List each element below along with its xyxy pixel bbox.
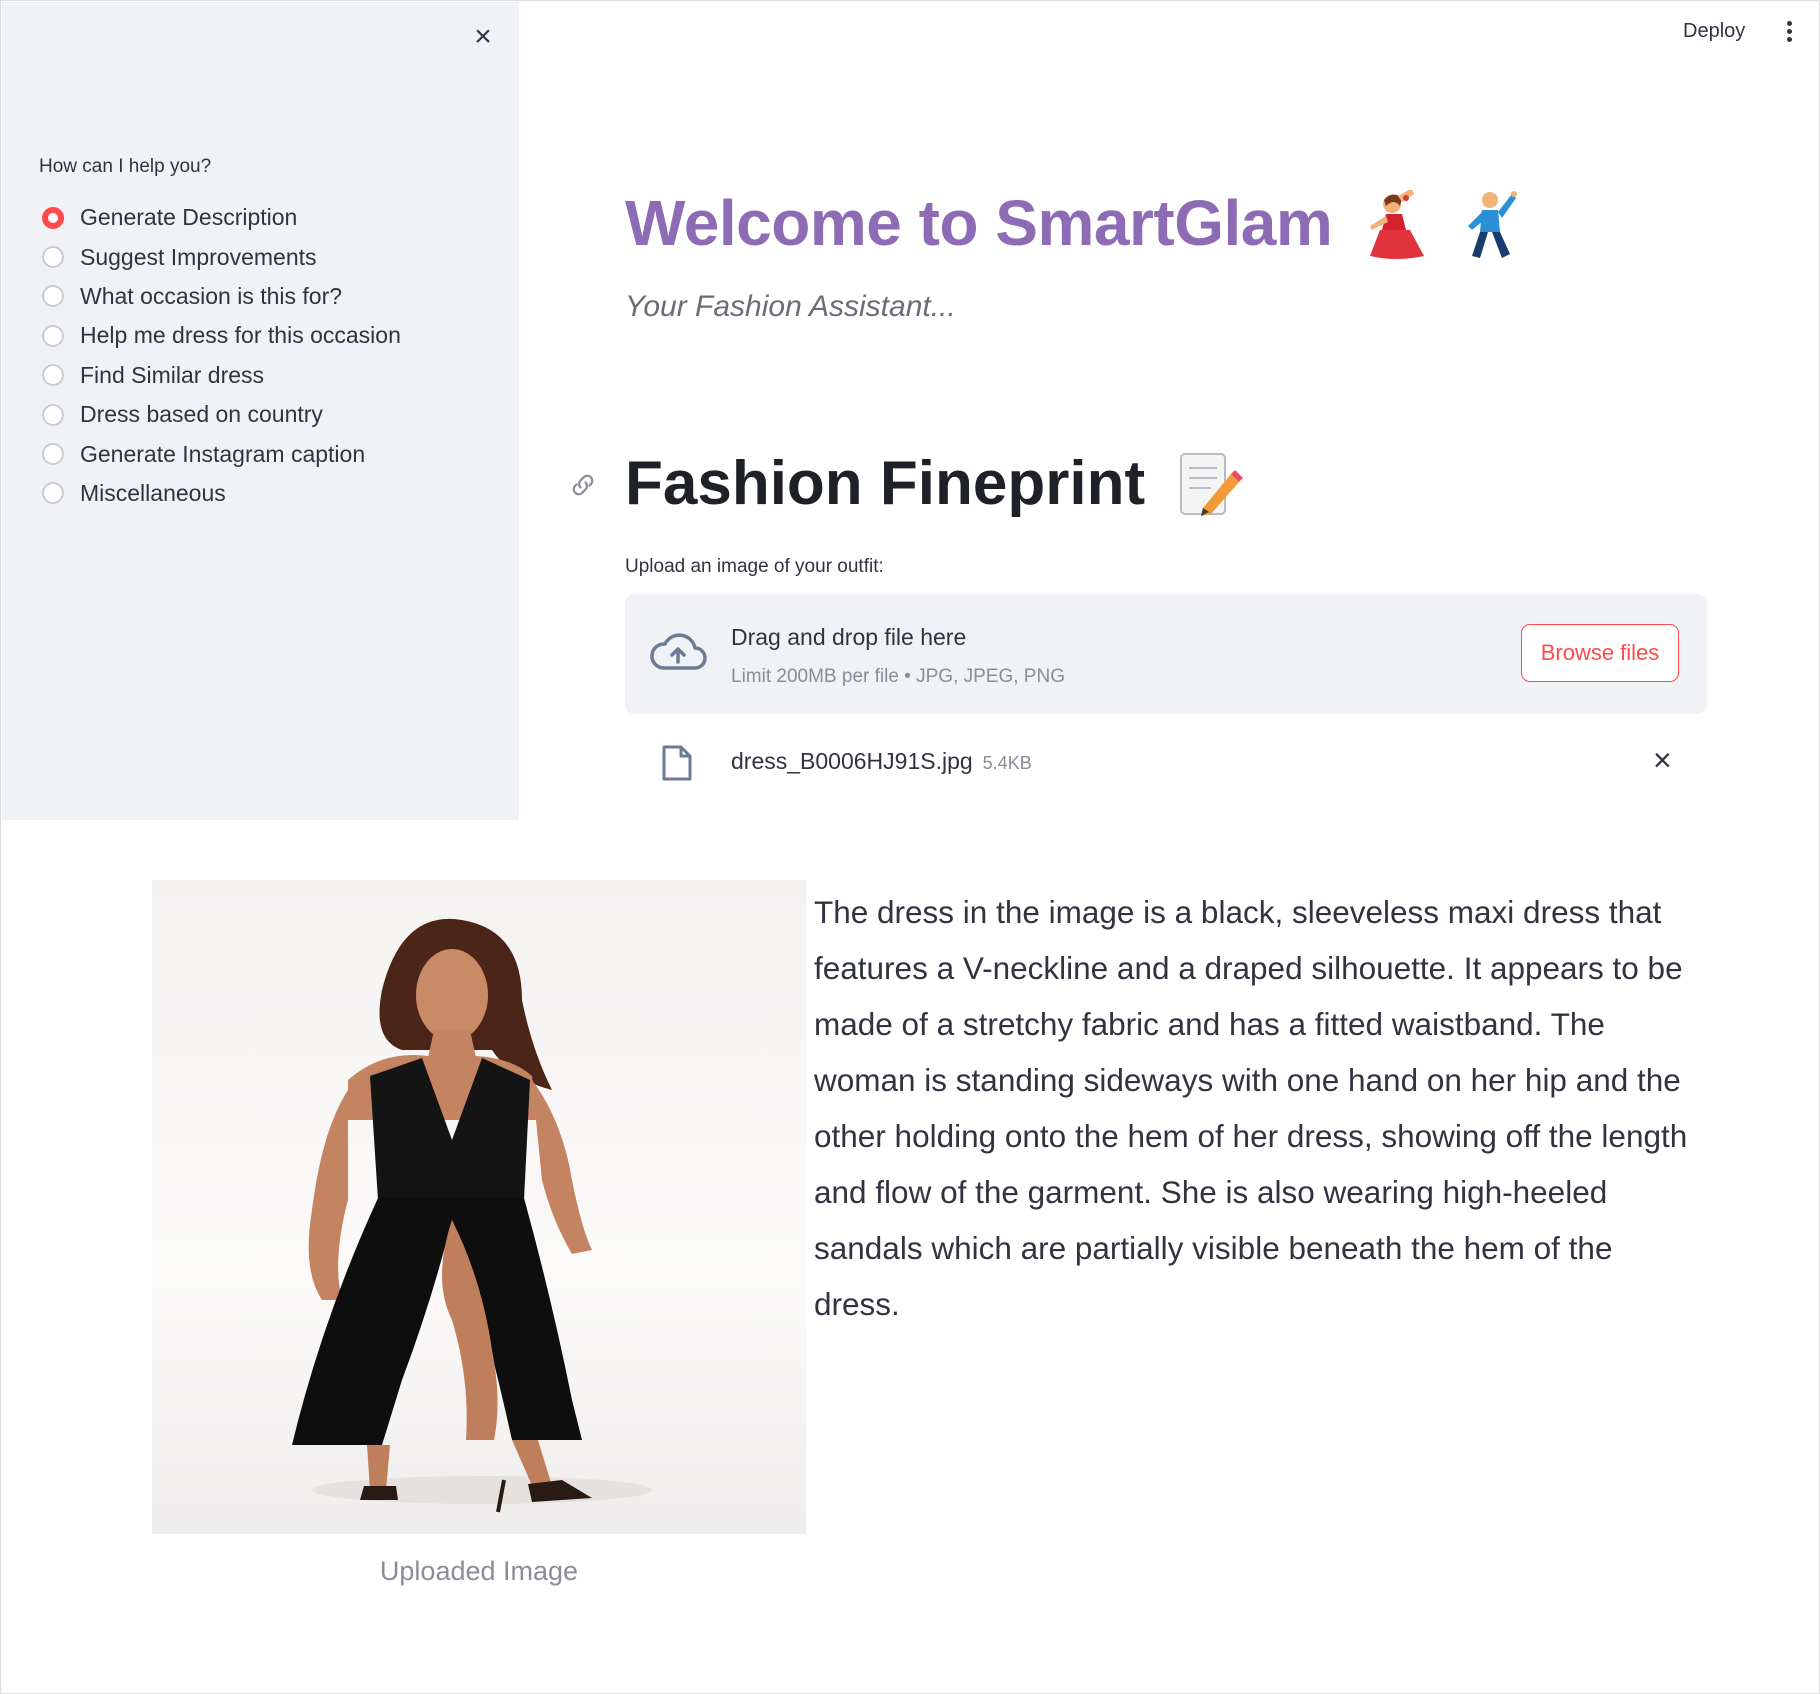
page-title: Welcome to SmartGlam (625, 187, 1333, 259)
generated-description: The dress in the image is a black, sleev… (814, 894, 1688, 1322)
radio-what-occasion[interactable]: What occasion is this for? (42, 277, 401, 316)
help-options-radio-group: Generate Description Suggest Improvement… (42, 198, 401, 513)
radio-label: Help me dress for this occasion (80, 322, 401, 349)
cloud-upload-icon (650, 633, 707, 670)
radio-unselected-icon (42, 246, 64, 269)
radio-label: Suggest Improvements (80, 243, 317, 270)
upload-label: Upload an image of your outfit: (625, 556, 884, 577)
file-icon (662, 745, 692, 781)
sidebar: × How can I help you? Generate Descripti… (2, 2, 519, 820)
file-name: dress_B0006HJ91S.jpg 5.4KB (731, 748, 1032, 775)
woman-dancing-icon (1370, 190, 1425, 259)
section-title: Fashion Fineprint (625, 449, 1146, 518)
radio-unselected-icon (42, 285, 64, 308)
radio-unselected-icon (42, 403, 64, 426)
radio-instagram-caption[interactable]: Generate Instagram caption (42, 434, 401, 473)
page-subtitle: Your Fashion Assistant... (625, 290, 956, 323)
memo-icon (1180, 453, 1244, 516)
radio-help-me-dress[interactable]: Help me dress for this occasion (42, 316, 401, 355)
radio-label: Dress based on country (80, 401, 323, 428)
close-icon[interactable]: × (468, 22, 498, 52)
radio-unselected-icon (42, 443, 64, 466)
radio-miscellaneous[interactable]: Miscellaneous (42, 474, 401, 513)
man-dancing-icon (1468, 191, 1518, 258)
file-dropzone[interactable]: Drag and drop file here Limit 200MB per … (625, 594, 1707, 714)
uploaded-file-row: dress_B0006HJ91S.jpg 5.4KB × (625, 738, 1707, 788)
radio-unselected-icon (42, 324, 64, 347)
radio-label: What occasion is this for? (80, 282, 343, 309)
browse-files-button[interactable]: Browse files (1521, 624, 1679, 682)
radio-label: Find Similar dress (80, 361, 265, 388)
radio-label: Generate Instagram caption (80, 440, 366, 467)
radio-label: Generate Description (80, 204, 298, 231)
remove-file-icon[interactable]: × (1653, 744, 1672, 776)
uploaded-image (152, 880, 806, 1534)
dress-photo (292, 918, 652, 1513)
radio-group-label: How can I help you? (39, 156, 212, 177)
deploy-button[interactable]: Deploy (1683, 20, 1745, 43)
radio-unselected-icon (42, 364, 64, 387)
radio-find-similar[interactable]: Find Similar dress (42, 356, 401, 395)
file-size: 5.4KB (982, 753, 1032, 773)
radio-selected-icon (42, 206, 64, 229)
dropzone-instruction: Drag and drop file here (731, 624, 967, 650)
radio-suggest-improvements[interactable]: Suggest Improvements (42, 237, 401, 276)
radio-generate-description[interactable]: Generate Description (42, 198, 401, 237)
dropzone-limits: Limit 200MB per file • JPG, JPEG, PNG (731, 666, 1065, 687)
kebab-menu-icon[interactable] (1783, 18, 1795, 48)
radio-unselected-icon (42, 482, 64, 505)
anchor-link-icon[interactable] (568, 470, 598, 500)
radio-dress-country[interactable]: Dress based on country (42, 395, 401, 434)
file-name-text: dress_B0006HJ91S.jpg (731, 748, 973, 774)
image-caption: Uploaded Image (379, 1556, 579, 1586)
radio-label: Miscellaneous (80, 479, 226, 506)
